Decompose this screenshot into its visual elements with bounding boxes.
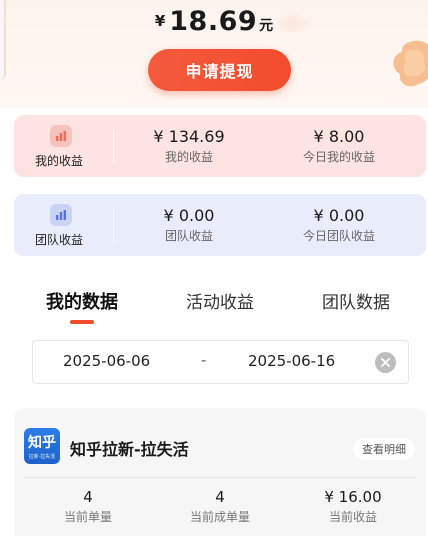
team-earnings-today[interactable]: ¥ 0.00 今日团队收益 bbox=[274, 206, 404, 244]
view-details-button[interactable]: 查看明细 bbox=[353, 438, 415, 460]
my-earnings-today-label: 今日我的收益 bbox=[302, 150, 375, 164]
bar-chart-icon bbox=[50, 125, 72, 147]
my-earnings-today[interactable]: ¥ 8.00 今日我的收益 bbox=[274, 127, 404, 165]
divider bbox=[113, 208, 114, 242]
stat-value: 4 bbox=[215, 488, 225, 506]
team-earnings-label: 团队收益 bbox=[34, 233, 83, 247]
active-tab-indicator bbox=[70, 320, 94, 324]
team-earnings-total[interactable]: ¥ 0.00 团队收益 bbox=[124, 206, 254, 244]
balance-display: ¥18.69 元 bbox=[0, 6, 428, 37]
balance-amount: 18.69 bbox=[169, 6, 258, 37]
my-earnings-card: 我的收益 ¥ 134.69 我的收益 ¥ 8.00 今日我的收益 bbox=[14, 115, 426, 177]
balance-header: ¥18.69 元 申请提现 bbox=[0, 0, 428, 108]
stat-completed-orders: 4 当前成单量 bbox=[160, 488, 280, 525]
my-earnings-label: 我的收益 bbox=[34, 154, 83, 168]
date-separator: - bbox=[201, 351, 207, 369]
stat-label: 当前收益 bbox=[328, 510, 377, 524]
withdraw-button[interactable]: 申请提现 bbox=[148, 49, 291, 91]
zhihu-logo: 知乎 拉新·拉失活 bbox=[24, 428, 60, 464]
activity-card: 知乎 拉新·拉失活 知乎拉新-拉失活 查看明细 4 当前单量 4 当前成单量 ¥… bbox=[14, 408, 426, 536]
tab-team-data[interactable]: 团队数据 bbox=[296, 288, 416, 313]
my-earnings-today-value: ¥ 8.00 bbox=[313, 127, 365, 146]
divider bbox=[24, 477, 416, 478]
my-earnings-total[interactable]: ¥ 134.69 我的收益 bbox=[124, 127, 254, 165]
my-earnings-total-value: ¥ 134.69 bbox=[153, 127, 225, 146]
stat-current-earnings: ¥ 16.00 当前收益 bbox=[293, 488, 413, 525]
stat-label: 当前单量 bbox=[63, 510, 112, 524]
team-earnings-total-label: 团队收益 bbox=[164, 229, 213, 243]
stat-current-orders: 4 当前单量 bbox=[28, 488, 148, 525]
team-earnings-today-value: ¥ 0.00 bbox=[313, 206, 365, 225]
stat-value: 4 bbox=[83, 488, 93, 506]
team-earnings-card: 团队收益 ¥ 0.00 团队收益 ¥ 0.00 今日团队收益 bbox=[14, 194, 426, 256]
data-tabs: 我的数据 活动收益 团队数据 bbox=[0, 288, 428, 328]
tab-my-data[interactable]: 我的数据 bbox=[22, 288, 142, 314]
activity-title: 知乎拉新-拉失活 bbox=[70, 440, 189, 459]
zhihu-logo-subtext: 拉新·拉失活 bbox=[28, 454, 56, 460]
start-date-field[interactable]: 2025-06-06 bbox=[63, 352, 150, 370]
bar-chart-icon bbox=[50, 204, 72, 226]
stat-label: 当前成单量 bbox=[189, 510, 250, 524]
balance-currency: ¥ bbox=[154, 12, 166, 30]
team-earnings-today-label: 今日团队收益 bbox=[302, 229, 375, 243]
date-range-picker: 2025-06-06 - 2025-06-16 bbox=[32, 340, 409, 384]
my-earnings-total-label: 我的收益 bbox=[164, 150, 213, 164]
balance-unit: 元 bbox=[259, 18, 274, 34]
decorative-blob-icon bbox=[393, 40, 428, 87]
divider bbox=[113, 129, 114, 163]
end-date-field[interactable]: 2025-06-16 bbox=[248, 352, 335, 370]
team-earnings-total-value: ¥ 0.00 bbox=[163, 206, 215, 225]
stat-value: ¥ 16.00 bbox=[324, 488, 382, 506]
decorative-cloud-icon bbox=[276, 12, 310, 32]
zhihu-logo-text: 知乎 bbox=[28, 435, 56, 451]
tab-activity-earnings[interactable]: 活动收益 bbox=[160, 288, 280, 313]
clear-icon[interactable] bbox=[375, 352, 396, 373]
